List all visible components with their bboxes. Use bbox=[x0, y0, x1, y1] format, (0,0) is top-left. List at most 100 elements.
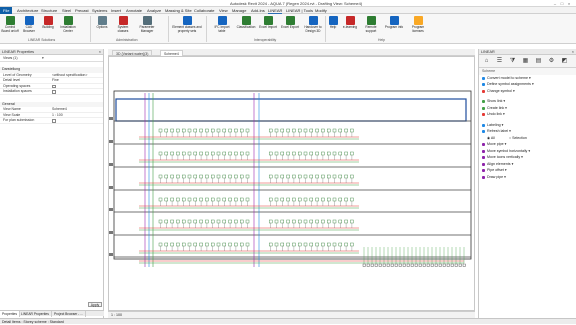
home-icon[interactable]: ⌂ bbox=[482, 57, 491, 66]
scheme-drawing[interactable] bbox=[109, 57, 476, 312]
fixture-symbol bbox=[309, 197, 314, 202]
menu-insert[interactable]: Insert bbox=[111, 8, 121, 13]
fixture-symbol bbox=[210, 197, 215, 202]
installation-spaces-checkbox[interactable] bbox=[52, 90, 56, 94]
grid-icon[interactable]: ▤ bbox=[534, 57, 543, 66]
menu-steel[interactable]: Steel bbox=[62, 8, 71, 13]
view-scale[interactable]: 1 : 100 bbox=[111, 313, 122, 317]
fixture-symbol bbox=[181, 219, 186, 224]
chevron-down-icon[interactable]: ▾ bbox=[504, 142, 507, 146]
chevron-down-icon[interactable]: ▾ bbox=[508, 129, 511, 133]
menu-file[interactable]: File bbox=[0, 7, 13, 14]
building-icon bbox=[43, 16, 53, 25]
element-classes-button[interactable]: Element classes and property sets bbox=[172, 16, 202, 33]
fixture-symbol bbox=[199, 242, 203, 247]
properties-title: LINEAR Properties bbox=[2, 50, 35, 54]
fixture-symbol bbox=[315, 128, 319, 133]
chevron-down-icon[interactable]: ▾ bbox=[503, 175, 506, 179]
fixture-symbol bbox=[158, 197, 163, 202]
fixture-symbol bbox=[297, 174, 302, 179]
ifc-import-button[interactable]: IFC Import table bbox=[211, 16, 233, 33]
menu-add-ins[interactable]: Add-Ins bbox=[251, 8, 265, 13]
chevron-down-icon[interactable]: ▾ bbox=[502, 99, 505, 103]
plan-submission-checkbox[interactable] bbox=[52, 119, 56, 123]
excel-export-button[interactable]: Excel Export bbox=[280, 16, 300, 30]
fixture-symbol bbox=[321, 242, 325, 247]
cad-browser-button[interactable]: CAD Browser bbox=[20, 16, 38, 33]
fixture-symbol bbox=[332, 128, 337, 133]
prop-label: Level of Geometry bbox=[3, 72, 32, 77]
excel-import-label: Excel Import bbox=[259, 25, 277, 29]
menu-precast[interactable]: Precast bbox=[75, 8, 89, 13]
menu-structure[interactable]: Structure bbox=[41, 8, 57, 13]
fixture-symbol bbox=[193, 174, 198, 179]
operating-spaces-checkbox[interactable] bbox=[52, 84, 56, 88]
tag-icon[interactable]: ◩ bbox=[560, 57, 569, 66]
remote-support-button[interactable]: Remote support bbox=[360, 16, 382, 33]
linear-item-draw-pipe[interactable]: Draw pipe ▾ bbox=[479, 174, 576, 181]
fixture-symbol bbox=[245, 151, 250, 156]
chevron-down-icon[interactable]: ▾ bbox=[512, 89, 515, 93]
chevron-down-icon[interactable]: ▾ bbox=[520, 155, 523, 159]
classification-button[interactable]: Classification bbox=[235, 16, 257, 30]
building-button[interactable]: Building bbox=[39, 16, 57, 30]
menu-view[interactable]: View bbox=[219, 8, 228, 13]
chevron-down-icon[interactable]: ▾ bbox=[531, 82, 534, 86]
menu-manage[interactable]: Manage bbox=[232, 8, 246, 13]
options-button[interactable]: Options bbox=[93, 16, 111, 30]
close-icon[interactable]: × bbox=[566, 1, 572, 6]
program-licenses-button[interactable]: Program licenses bbox=[406, 16, 430, 33]
linear-item-change-symbol[interactable]: Change symbol ▾ bbox=[479, 88, 576, 95]
program-info-button[interactable]: Program info bbox=[384, 16, 404, 30]
control-board-label: Control Board on/off bbox=[1, 25, 19, 33]
parameter-manager-button[interactable]: Parameter Manager bbox=[136, 16, 158, 33]
fixture-symbol bbox=[205, 128, 209, 133]
prop-label: View Name bbox=[3, 107, 21, 111]
menu-systems[interactable]: Systems bbox=[92, 8, 107, 13]
tab-project-browser[interactable]: Project Browser - ... bbox=[52, 311, 86, 317]
layers-icon[interactable]: ▦ bbox=[521, 57, 530, 66]
chevron-down-icon[interactable]: ▾ bbox=[502, 112, 505, 116]
list-icon[interactable]: ☰ bbox=[495, 57, 504, 66]
fixture-symbol bbox=[176, 219, 180, 224]
excel-import-button[interactable]: Excel Import bbox=[258, 16, 278, 30]
settings-icon[interactable]: ⚙ bbox=[547, 57, 556, 66]
type-selector[interactable]: Views (1) ▾ bbox=[0, 55, 103, 62]
tab-linear-properties[interactable]: LINEAR Properties bbox=[19, 311, 52, 317]
linear-item-undo-link[interactable]: Undo link ▾ bbox=[479, 111, 576, 118]
drawing-canvas[interactable] bbox=[108, 56, 475, 311]
radio-all[interactable]: ◉ All bbox=[487, 136, 495, 140]
maximize-icon[interactable]: □ bbox=[559, 1, 565, 6]
minimize-icon[interactable]: – bbox=[552, 1, 558, 6]
fixture-symbol bbox=[234, 219, 238, 224]
fixture-symbol bbox=[205, 174, 209, 179]
handover-button[interactable]: Handover to Design 3D bbox=[302, 16, 324, 33]
chevron-down-icon[interactable]: ▾ bbox=[528, 76, 531, 80]
fixture-symbol bbox=[170, 128, 174, 133]
system-classes-button[interactable]: System classes bbox=[112, 16, 134, 33]
e-learning-button[interactable]: e-learning bbox=[340, 16, 360, 30]
menu-massing-site[interactable]: Massing & Site bbox=[165, 8, 192, 13]
menu-linear-tools[interactable]: LINEAR | Tools bbox=[286, 8, 313, 13]
menu-architecture[interactable]: Architecture bbox=[17, 8, 38, 13]
help-button[interactable]: Help bbox=[327, 16, 339, 30]
radio-selection[interactable]: ○ Selection bbox=[509, 136, 527, 140]
chevron-down-icon[interactable]: ▾ bbox=[511, 162, 514, 166]
filter-icon[interactable]: ⧩ bbox=[508, 57, 517, 66]
linear-item-label: Convert model to scheme bbox=[487, 75, 528, 80]
menu-collaborate[interactable]: Collaborate bbox=[194, 8, 214, 13]
chevron-down-icon[interactable]: ▾ bbox=[504, 168, 507, 172]
chevron-down-icon[interactable]: ▾ bbox=[504, 106, 507, 110]
chevron-down-icon[interactable]: ▾ bbox=[501, 123, 504, 127]
menu-annotate[interactable]: Annotate bbox=[126, 8, 142, 13]
menu-modify[interactable]: Modify bbox=[315, 8, 327, 13]
installation-center-button[interactable]: Installation Center bbox=[57, 16, 79, 33]
control-board-button[interactable]: Control Board on/off bbox=[1, 16, 19, 33]
valve-symbol bbox=[378, 263, 382, 267]
chevron-down-icon[interactable]: ▾ bbox=[527, 149, 530, 153]
apply-button[interactable]: Apply bbox=[88, 302, 102, 307]
menu-analyze[interactable]: Analyze bbox=[147, 8, 161, 13]
excel-export-icon bbox=[285, 16, 295, 25]
tab-properties[interactable]: Properties bbox=[0, 311, 21, 317]
prop-installation-spaces: Installation spaces bbox=[0, 89, 103, 95]
